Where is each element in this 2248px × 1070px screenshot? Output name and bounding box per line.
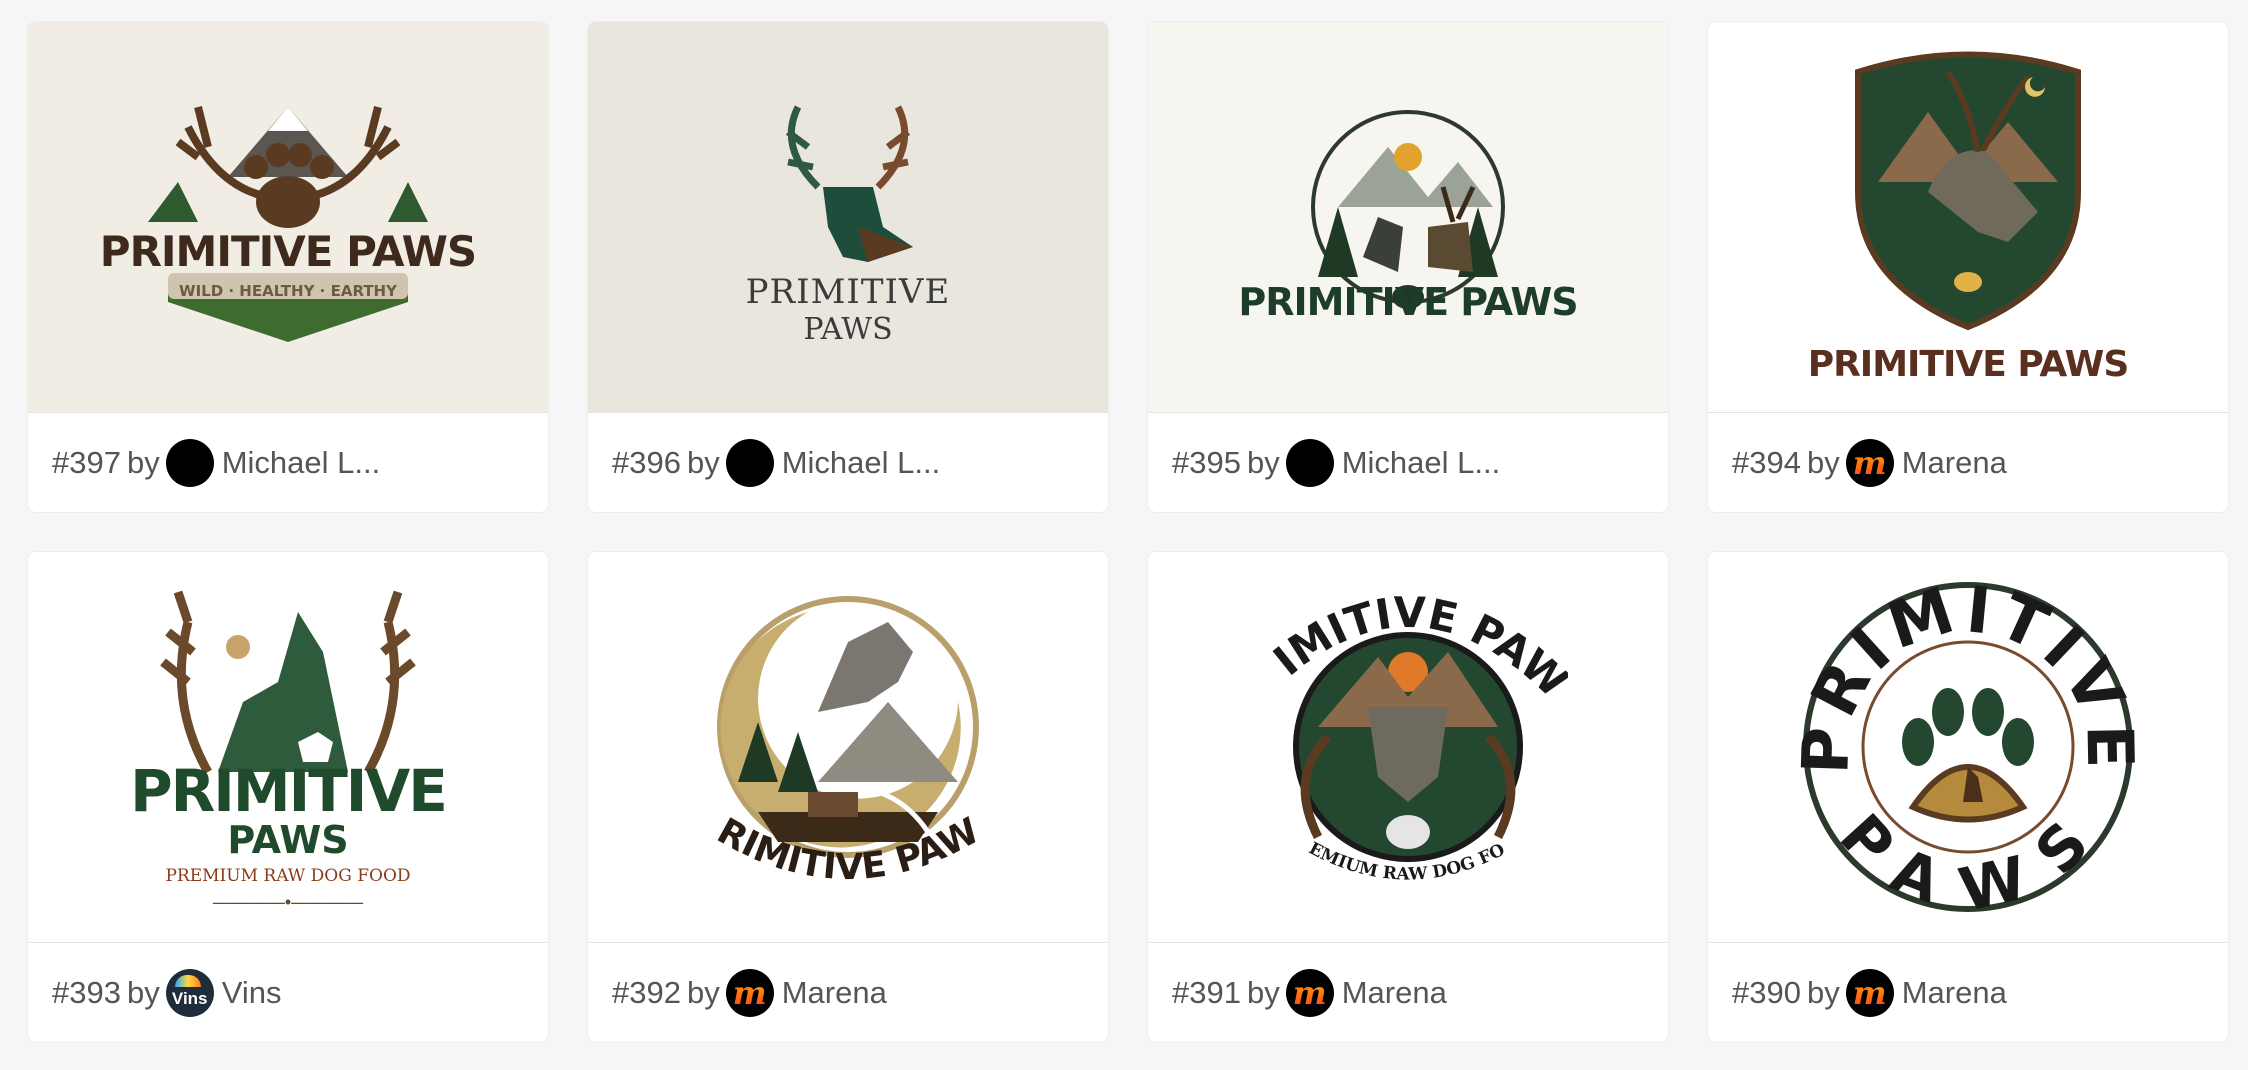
author-name[interactable]: Michael L... (1342, 445, 1501, 481)
svg-text:PRIMITIVE: PRIMITIVE (1798, 577, 2138, 775)
avatar-text: Vins (171, 988, 208, 1008)
entry-card-392[interactable]: PRIMITIVE PAWS #392 by m Marena (588, 552, 1108, 1042)
by-label: by (686, 974, 720, 1010)
author-avatar[interactable]: m (725, 968, 774, 1017)
avatar-letter: m (1852, 973, 1887, 1012)
author-avatar[interactable]: Vins (165, 968, 214, 1017)
logo-title: PRIMITIVE PAWS (688, 814, 986, 888)
by-label: by (1806, 444, 1840, 480)
entry-number: #390 (1732, 974, 1801, 1010)
author-avatar[interactable] (1285, 438, 1334, 487)
by-label: by (1806, 974, 1840, 1010)
entry-card-397[interactable]: PRIMITIVE PAWS WILD · HEALTHY · EARTHY #… (28, 22, 548, 512)
logo-thumbnail[interactable]: PRIMITIVE PAWS (1148, 22, 1668, 412)
logo-shield-wolf-image (1855, 51, 2081, 331)
logo-thumbnail[interactable]: PRIMITIVE PAWS PREMIUM RAW DOG FOOD ————… (28, 552, 548, 942)
entry-meta: #391 by m Marena (1148, 942, 1668, 1042)
entry-meta: #397 by Michael L... (28, 412, 548, 512)
entry-card-394[interactable]: PRIMITIVE PAWS #394 by m Marena (1708, 22, 2228, 512)
entry-meta: #390 by m Marena (1708, 942, 2228, 1042)
author-avatar[interactable] (725, 438, 774, 487)
entry-meta: #393 by Vins Vins (28, 942, 548, 1042)
logo-title-line1: PRIMITIVE (745, 272, 951, 312)
author-avatar[interactable] (165, 438, 214, 487)
author-name[interactable]: Michael L... (782, 445, 941, 481)
logo-thumbnail[interactable]: PRIMITIVE PAWS (588, 552, 1108, 942)
by-label: by (1246, 974, 1280, 1010)
logo-wolf-badge-image: PRIMITIVE PAWS PREMIUM RAW DOG FOOD (1248, 577, 1568, 885)
logo-thumbnail[interactable]: PRIMITIVE PAWS (1708, 552, 2228, 942)
entry-number: #393 (52, 974, 121, 1010)
by-label: by (126, 974, 160, 1010)
entries-grid: PRIMITIVE PAWS WILD · HEALTHY · EARTHY #… (28, 22, 2228, 1042)
logo-tagline: PREMIUM RAW DOG FOOD (165, 866, 411, 886)
author-name[interactable]: Marena (1902, 445, 2007, 481)
logo-title: PRIMITIVE PAWS (1238, 280, 1578, 324)
entry-meta: #395 by Michael L... (1148, 412, 1668, 512)
entry-number: #392 (612, 974, 681, 1010)
logo-thumbnail[interactable]: PRIMITIVE PAWS (588, 22, 1108, 412)
entry-number: #396 (612, 444, 681, 480)
logo-thumbnail[interactable]: PRIMITIVE PAWS PREMIUM RAW DOG FOOD (1148, 552, 1668, 942)
logo-title: PRIMITIVE PAWS (1807, 344, 2130, 385)
avatar-letter: m (1852, 443, 1887, 482)
entry-card-390[interactable]: PRIMITIVE PAWS #390 by m Marena (1708, 552, 2228, 1042)
logo-paw-antlers-image (148, 106, 428, 342)
entry-number: #394 (1732, 444, 1801, 480)
svg-text:PRIMITIVE PAWS: PRIMITIVE PAWS (688, 814, 986, 888)
entry-card-396[interactable]: PRIMITIVE PAWS #396 by Michael L... (588, 22, 1108, 512)
logo-title-line2: PAWS (227, 818, 349, 862)
logo-paw-circle-image: PRIMITIVE PAWS (1798, 577, 2138, 917)
entry-card-391[interactable]: PRIMITIVE PAWS PREMIUM RAW DOG FOOD #391… (1148, 552, 1668, 1042)
author-name[interactable]: Marena (782, 975, 887, 1011)
entry-meta: #396 by Michael L... (588, 412, 1108, 512)
entry-number: #391 (1172, 974, 1241, 1010)
paw-icon: ————•———— (212, 892, 364, 912)
by-label: by (126, 444, 160, 480)
by-label: by (686, 444, 720, 480)
entry-number: #395 (1172, 444, 1241, 480)
author-avatar[interactable]: m (1845, 438, 1894, 487)
logo-arched-title: PRIMITIVE PAWS (688, 814, 986, 888)
avatar-letter: m (732, 973, 767, 1012)
logo-thumbnail[interactable]: PRIMITIVE PAWS (1708, 22, 2228, 412)
entry-meta: #394 by m Marena (1708, 412, 2228, 512)
logo-title: PRIMITIVE PAWS (99, 227, 477, 276)
author-name[interactable]: Marena (1902, 975, 2007, 1011)
entry-card-395[interactable]: PRIMITIVE PAWS #395 by Michael L... (1148, 22, 1668, 512)
author-name[interactable]: Michael L... (222, 445, 381, 481)
author-avatar[interactable]: m (1285, 968, 1334, 1017)
logo-thumbnail[interactable]: PRIMITIVE PAWS WILD · HEALTHY · EARTHY (28, 22, 548, 412)
by-label: by (1246, 444, 1280, 480)
logo-howling-wolf-antlers-image (160, 590, 416, 775)
logo-title-line1: PRIMITIVE (1798, 577, 2138, 775)
logo-title-line1: PRIMITIVE (130, 757, 448, 825)
author-avatar[interactable]: m (1845, 968, 1894, 1017)
entry-card-393[interactable]: PRIMITIVE PAWS PREMIUM RAW DOG FOOD ————… (28, 552, 548, 1042)
avatar-letter: m (1292, 973, 1327, 1012)
entry-number: #397 (52, 444, 121, 480)
logo-tagline: WILD · HEALTHY · EARTHY (179, 282, 397, 300)
author-name[interactable]: Marena (1342, 975, 1447, 1011)
author-name[interactable]: Vins (222, 975, 282, 1011)
logo-title-line2: PAWS (803, 312, 893, 347)
entry-meta: #392 by m Marena (588, 942, 1108, 1042)
